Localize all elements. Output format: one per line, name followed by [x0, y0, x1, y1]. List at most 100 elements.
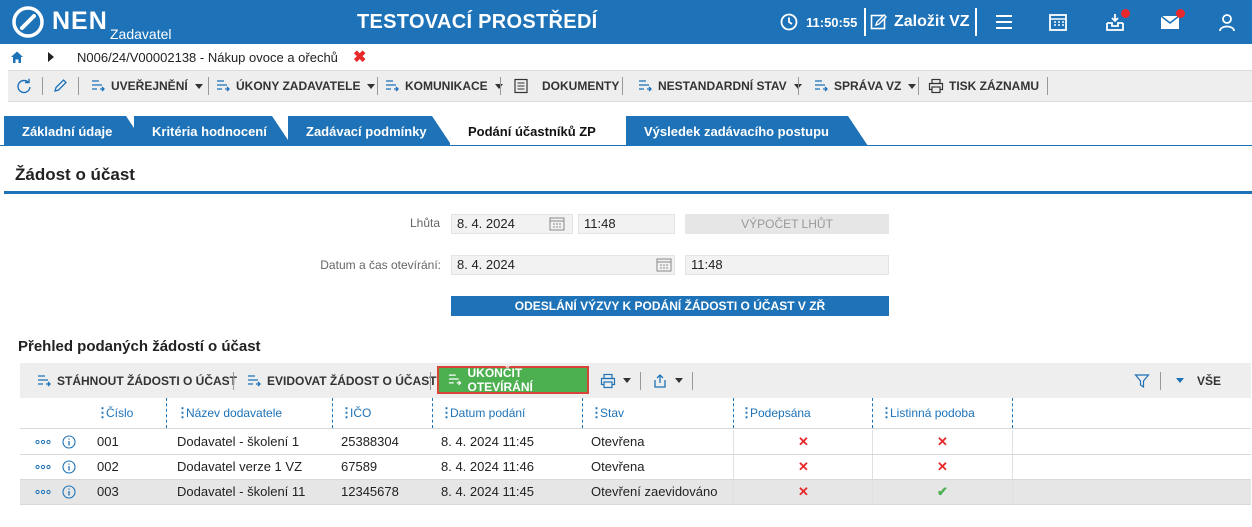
- session-time: 11:50:55: [806, 15, 858, 30]
- stahnout-label: STÁHNOUT ŽÁDOSTI O ÚČAST: [57, 373, 237, 388]
- cross-icon: ✕: [798, 484, 809, 499]
- tab-zadavaci-podminky[interactable]: Zadávací podmínky: [288, 116, 452, 146]
- list-arrow-icon: [448, 374, 462, 386]
- caret-down-icon: [367, 83, 376, 89]
- vse-label: VŠE: [1197, 373, 1222, 388]
- app-header: NEN Zadavatel TESTOVACÍ PROSTŘEDÍ 11:50:…: [0, 0, 1252, 44]
- cell-cislo: 002: [97, 459, 119, 474]
- pencil-icon: [54, 79, 67, 92]
- dokumenty-label: DOKUMENTY: [542, 79, 620, 93]
- uverejneni-menu[interactable]: UVEŘEJNĚNÍ: [90, 71, 203, 101]
- dokumenty-button[interactable]: DOKUMENTY: [513, 71, 619, 101]
- print-icon: [928, 78, 944, 94]
- otevirani-date-field[interactable]: 8. 4. 2024: [451, 255, 675, 275]
- nestandardni-label: NESTANDARDNÍ STAV: [658, 79, 787, 93]
- export-icon: [654, 373, 666, 388]
- close-icon[interactable]: ✖: [353, 47, 366, 67]
- info-icon[interactable]: [62, 460, 76, 474]
- filter-button[interactable]: [1134, 363, 1150, 398]
- edit-button[interactable]: [52, 71, 68, 101]
- column-menu-icon: ⋮: [440, 405, 453, 420]
- tisk-zaznamu-button[interactable]: TISK ZÁZNAMU: [928, 71, 1039, 101]
- list-arrow-icon: [639, 80, 652, 92]
- stahnout-zadosti-button[interactable]: STÁHNOUT ŽÁDOSTI O ÚČAST: [36, 363, 237, 398]
- column-menu-icon: ⋮: [176, 405, 189, 420]
- ukony-label: ÚKONY ZADAVATELE: [236, 79, 361, 93]
- header-divider: [975, 8, 977, 36]
- cell-stav: Otevřena: [591, 459, 645, 474]
- column-menu-icon: ⋮: [96, 405, 109, 420]
- nen-logo-icon[interactable]: [12, 6, 44, 38]
- vse-dropdown[interactable]: VŠE: [1174, 363, 1221, 398]
- column-ico[interactable]: ⋮ IČO: [340, 398, 371, 428]
- table-row[interactable]: 002 Dodavatel verze 1 VZ 67589 8. 4. 202…: [20, 455, 1251, 480]
- vypocet-lhut-button[interactable]: VÝPOČET LHŮT: [685, 214, 889, 234]
- list-arrow-icon: [248, 374, 261, 386]
- caret-down-icon: [1176, 378, 1184, 383]
- komunikace-menu[interactable]: KOMUNIKACE: [384, 71, 503, 101]
- home-icon[interactable]: [10, 50, 24, 64]
- create-vz-button[interactable]: Založit VZ: [870, 10, 970, 34]
- environment-title: TESTOVACÍ PROSTŘEDÍ: [357, 11, 598, 33]
- caret-down-icon: [494, 83, 503, 89]
- calendar-icon[interactable]: [549, 217, 565, 231]
- cell-stav: Otevřena: [591, 434, 645, 449]
- table-header: ⋮ Číslo ⋮ Název dodavatele ⋮ IČO ⋮ Datum pod…: [20, 398, 1251, 429]
- more-options-icon[interactable]: [35, 464, 51, 470]
- tabs-divider: [0, 145, 1252, 146]
- cross-icon: ✕: [798, 459, 809, 474]
- menu-icon[interactable]: [993, 11, 1015, 33]
- user-icon[interactable]: [1216, 11, 1238, 33]
- column-cislo[interactable]: ⋮ Číslo: [96, 398, 133, 428]
- info-icon[interactable]: [62, 485, 76, 499]
- more-options-icon[interactable]: [35, 439, 51, 445]
- breadcrumb-current: N006/24/V00002138 - Nákup ovoce a ořechů: [77, 50, 338, 65]
- create-vz-label: Založit VZ: [894, 13, 970, 30]
- column-podepsana[interactable]: ⋮ Podepsána: [740, 398, 811, 428]
- cell-stav: Otevření zaevidováno: [591, 484, 718, 499]
- cell-ico: 67589: [341, 459, 378, 474]
- tab-podani-ucastniku[interactable]: Podání účastníků ZP: [450, 116, 626, 146]
- evidovat-label: EVIDOVAT ŽÁDOST O ÚČAST: [267, 373, 437, 388]
- info-icon[interactable]: [62, 435, 76, 449]
- list-arrow-icon: [386, 80, 399, 92]
- table-row[interactable]: 003 Dodavatel - školení 11 12345678 8. 4…: [20, 480, 1251, 505]
- otevirani-time-field[interactable]: 11:48: [685, 255, 889, 275]
- calendar-icon[interactable]: [1047, 11, 1069, 33]
- edit-icon: [870, 14, 887, 30]
- cell-datum: 8. 4. 2024 11:45: [441, 484, 535, 499]
- column-nazev-dodavatele[interactable]: ⋮ Název dodavatele: [176, 398, 282, 428]
- list-arrow-icon: [217, 80, 230, 92]
- print-menu-button[interactable]: [600, 363, 631, 398]
- document-icon: [514, 78, 528, 94]
- sprava-vz-menu[interactable]: SPRÁVA VZ: [813, 71, 917, 101]
- table-row[interactable]: 001 Dodavatel - školení 1 25388304 8. 4.…: [20, 430, 1251, 455]
- caret-down-icon: [908, 83, 917, 89]
- column-datum-podani[interactable]: ⋮ Datum podání: [440, 398, 525, 428]
- column-stav[interactable]: ⋮ Stav: [590, 398, 624, 428]
- lhuta-time-field[interactable]: 11:48: [578, 214, 675, 234]
- list-arrow-icon: [815, 80, 828, 92]
- refresh-icon: [17, 78, 31, 94]
- list-arrow-icon: [92, 80, 105, 92]
- ukony-zadavatele-menu[interactable]: ÚKONY ZADAVATELE: [215, 71, 376, 101]
- calendar-icon[interactable]: [656, 258, 672, 272]
- tab-vysledek-zadavaciho-postupu[interactable]: Výsledek zadávacího postupu: [626, 116, 868, 146]
- evidovat-zadost-button[interactable]: EVIDOVAT ŽÁDOST O ÚČAST: [246, 363, 437, 398]
- export-menu-button[interactable]: [652, 363, 683, 398]
- cross-icon: ✕: [937, 459, 948, 474]
- column-menu-icon: ⋮: [880, 405, 893, 420]
- grid-title: Přehled podaných žádostí o účast: [18, 338, 261, 355]
- refresh-button[interactable]: [16, 71, 32, 101]
- column-listinna-podoba[interactable]: ⋮ Listinná podoba: [880, 398, 975, 428]
- nestandardni-stav-menu[interactable]: NESTANDARDNÍ STAV: [637, 71, 802, 101]
- tab-kriteria-hodnoceni[interactable]: Kritéria hodnocení: [134, 116, 292, 146]
- odeslani-vyzvy-button[interactable]: ODESLÁNÍ VÝZVY K PODÁNÍ ŽÁDOSTI O ÚČAST …: [451, 296, 889, 316]
- ukoncit-otevirani-button[interactable]: UKONČIT OTEVÍRÁNÍ: [437, 366, 589, 394]
- cell-datum: 8. 4. 2024 11:45: [441, 434, 535, 449]
- more-options-icon[interactable]: [35, 489, 51, 495]
- cell-ico: 12345678: [341, 484, 399, 499]
- header-divider: [864, 8, 866, 36]
- tab-zakladni-udaje[interactable]: Základní údaje: [4, 116, 146, 146]
- cell-cislo: 003: [97, 484, 119, 499]
